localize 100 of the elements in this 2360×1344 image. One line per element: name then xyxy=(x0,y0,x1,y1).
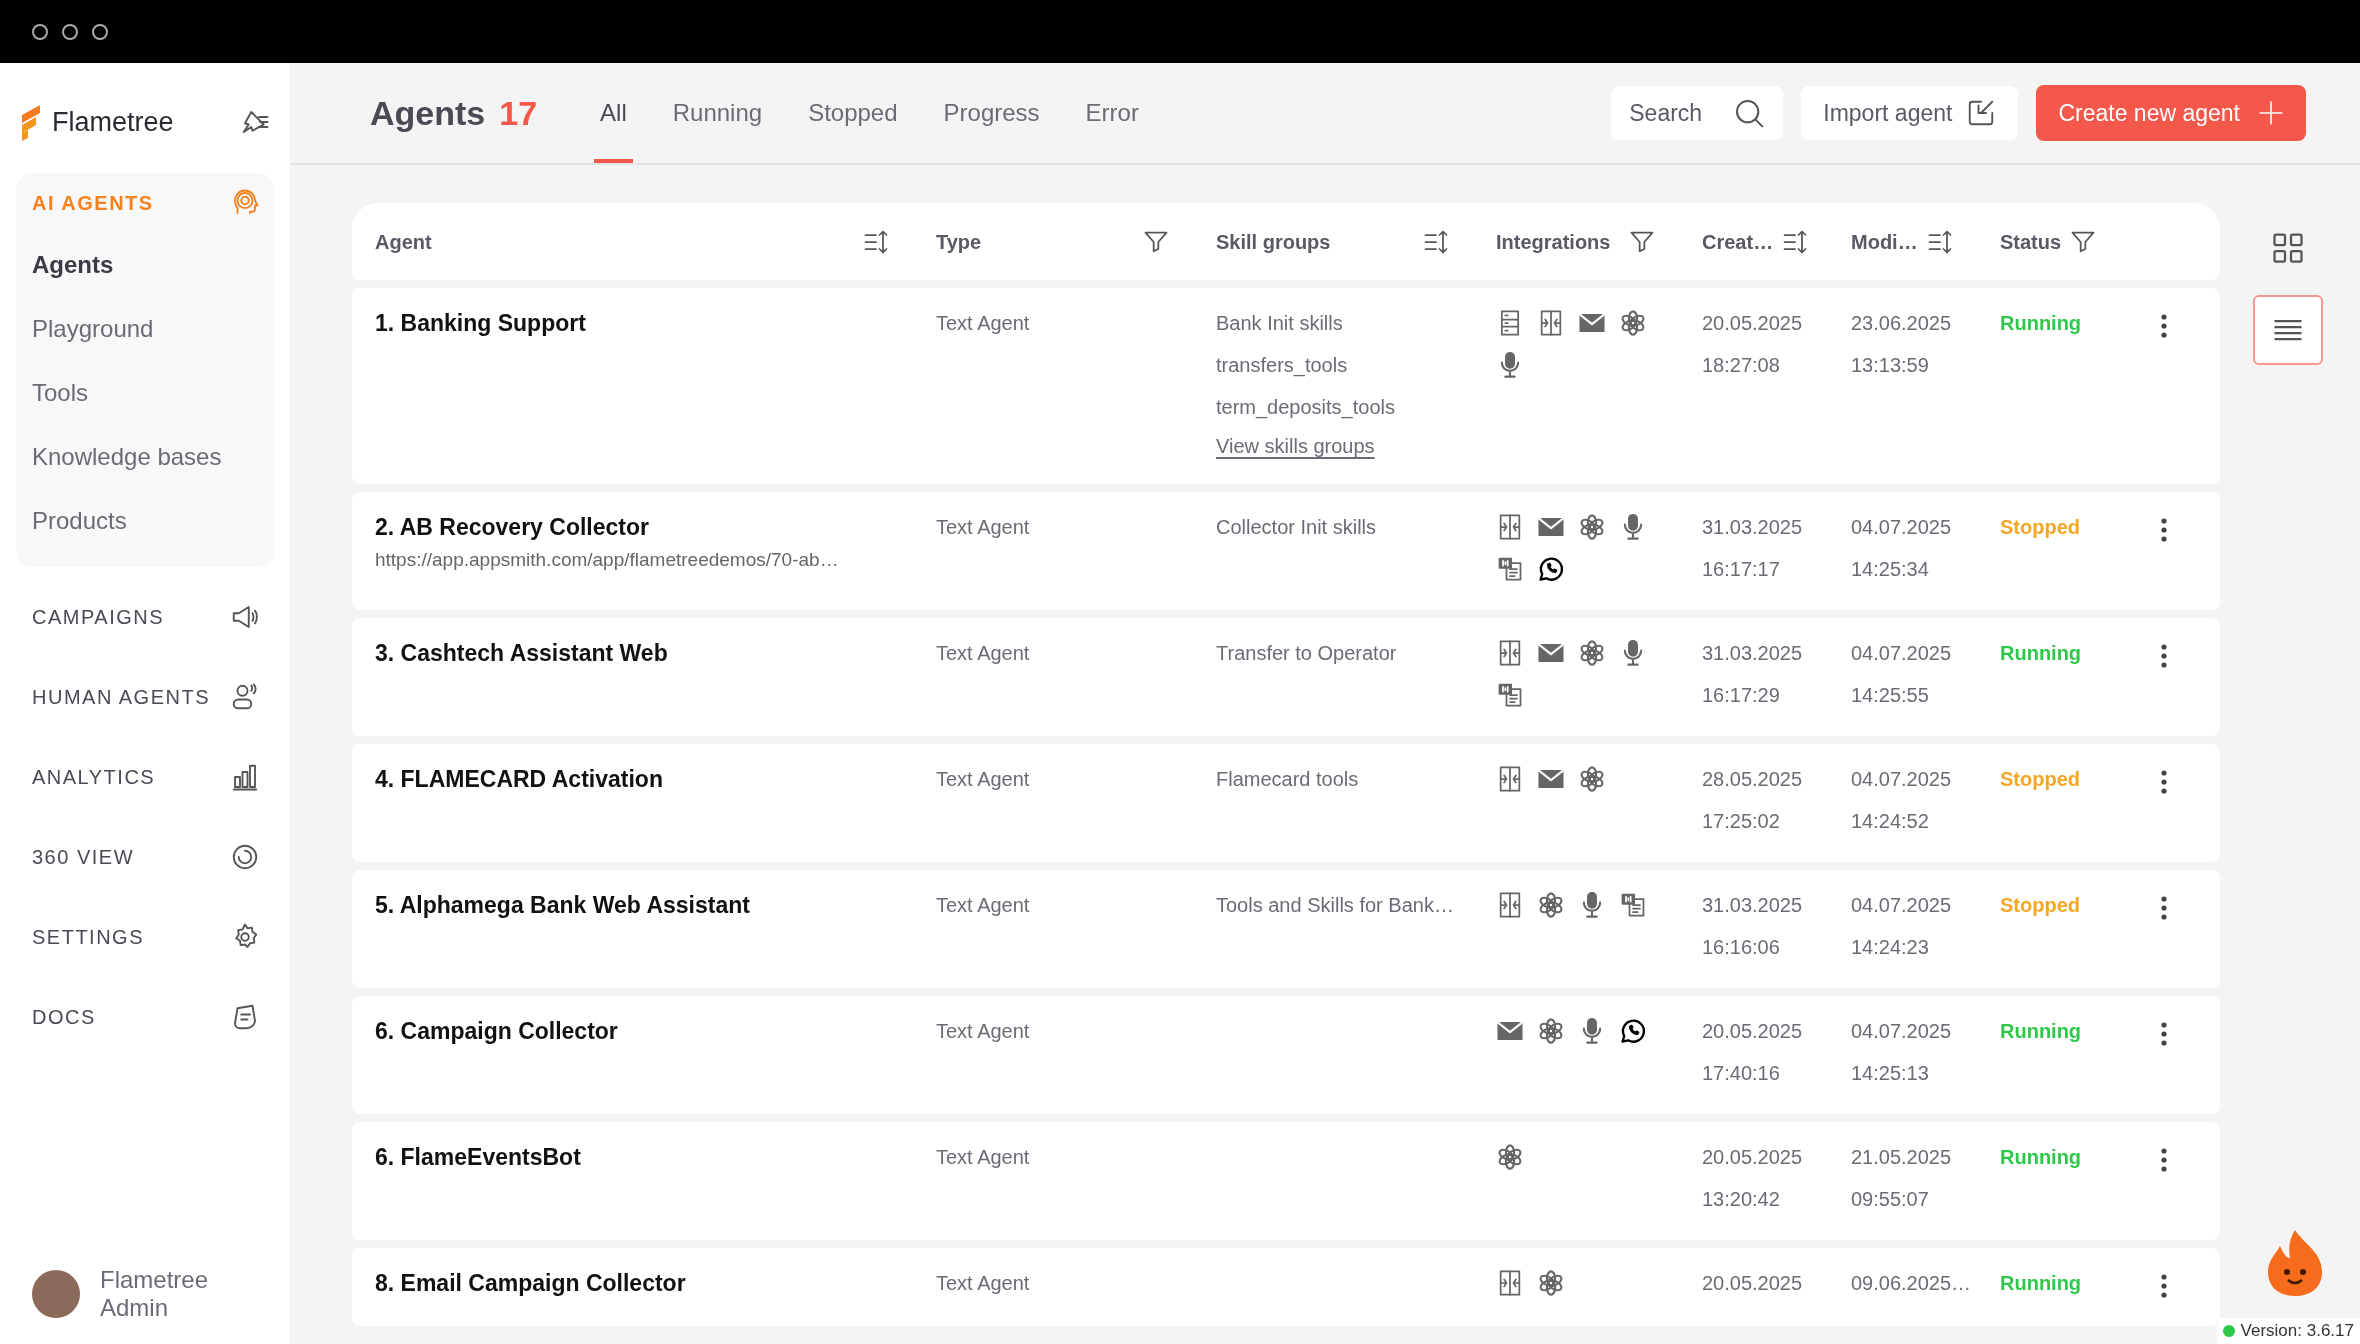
time-text: 16:16:06 xyxy=(1702,935,1781,960)
skills-link[interactable]: View skills groups xyxy=(1216,428,1375,464)
date-text: 04.07.2025 xyxy=(1851,515,1953,540)
skill-group: transfers_tools xyxy=(1216,344,1348,386)
nav-section-label[interactable]: SETTINGS xyxy=(32,922,144,952)
date-text: 31.03.2025 xyxy=(1702,893,1804,918)
tab[interactable]: Stopped xyxy=(802,63,904,163)
nav-item[interactable]: Agents xyxy=(16,233,274,297)
column-header[interactable]: Modi… xyxy=(1851,226,1918,257)
agent-url: https://app.appsmith.com/app/flametreedemos/70-ab… xyxy=(375,548,840,572)
table-row[interactable]: 3. Cashtech Assistant Web Text Agent Transfer to Operator 31.03.2025 16:17:29 04.07.2025 14:25:55 Running xyxy=(352,618,2220,736)
agent-name: 3. Cashtech Assistant Web xyxy=(375,639,669,668)
status-text: Running xyxy=(2000,1272,2082,1294)
nav-section-label[interactable]: ANALYTICS xyxy=(32,762,156,792)
date-text: 28.05.2025 xyxy=(1702,767,1804,792)
import-agent-button[interactable]: Import agent xyxy=(1801,86,2019,140)
grid-view-icon xyxy=(2270,230,2306,266)
tab[interactable]: Running xyxy=(666,63,769,163)
agent-name: 6. FlameEventsBot xyxy=(375,1143,582,1172)
date-text: 04.07.2025 xyxy=(1851,1019,1953,1044)
ring-icon xyxy=(230,842,260,872)
swirl-icon xyxy=(1578,765,1606,793)
agent-type: Text Agent xyxy=(936,1146,1030,1168)
agent-type: Text Agent xyxy=(936,516,1030,538)
column-header[interactable]: Status xyxy=(2000,226,2062,257)
agent-count: 17 xyxy=(499,92,538,134)
more-options-icon[interactable] xyxy=(2160,1021,2168,1047)
agent-type: Text Agent xyxy=(936,768,1030,790)
bar-chart-icon xyxy=(230,762,260,792)
nav-section-label[interactable]: DOCS xyxy=(32,1002,96,1032)
more-options-icon[interactable] xyxy=(2160,643,2168,669)
nav-item[interactable]: Knowledge bases xyxy=(16,425,274,489)
nav-section-label[interactable]: HUMAN AGENTS xyxy=(32,682,211,712)
nav-section-label[interactable]: CAMPAIGNS xyxy=(32,602,165,632)
nav-section-label[interactable]: 360 VIEW xyxy=(32,842,135,872)
tab[interactable]: Error xyxy=(1079,63,1145,163)
window-control-icon[interactable] xyxy=(92,23,108,40)
time-text: 14:24:52 xyxy=(1851,809,1930,834)
more-options-icon[interactable] xyxy=(2160,313,2168,339)
search-icon xyxy=(1733,97,1766,129)
agent-type: Text Agent xyxy=(936,894,1030,916)
flame-logo-icon xyxy=(20,103,42,141)
skill-group: Flamecard tools xyxy=(1216,758,1359,800)
agent-name: 1. Banking Support xyxy=(375,309,587,338)
window-control-icon[interactable] xyxy=(62,23,78,40)
table-row[interactable]: 8. Email Campaign Collector Text Agent 20.05.2025 09.06.2025… Running xyxy=(352,1248,2220,1326)
more-options-icon[interactable] xyxy=(2160,769,2168,795)
date-text: 21.05.2025 xyxy=(1851,1145,1953,1170)
avatar xyxy=(32,1270,80,1318)
time-text: 17:40:16 xyxy=(1702,1061,1781,1086)
chat-bubble-icon xyxy=(1619,1017,1647,1045)
nav-item[interactable]: Products xyxy=(16,489,274,553)
table-row[interactable]: 2. AB Recovery Collector https://app.appsmith.com/app/flametreedemos/70-ab… Text Agent Collector Init skills 31.03.2025 16:17:17 04.07.2025 14:25:34 Stopped xyxy=(352,492,2220,610)
more-options-icon[interactable] xyxy=(2160,1273,2168,1299)
transcript-icon xyxy=(1496,681,1524,709)
column-header[interactable]: Skill groups xyxy=(1216,226,1331,257)
status-text: Stopped xyxy=(2000,768,2080,790)
table-row[interactable]: 1. Banking Support Text Agent Bank Init skills transfers_tools term_deposits_tools View skills groups 20.05.2025 18:27:08 23.06.2025 13:13:59 Running xyxy=(352,288,2220,484)
window-control-icon[interactable] xyxy=(32,23,48,40)
time-text: 18:27:08 xyxy=(1702,353,1781,378)
nav-item[interactable]: Playground xyxy=(16,297,274,361)
nav-item[interactable]: Tools xyxy=(16,361,274,425)
more-options-icon[interactable] xyxy=(2160,1147,2168,1173)
transcript-icon xyxy=(1496,555,1524,583)
column-header[interactable]: Integrations xyxy=(1496,226,1611,257)
time-text: 13:20:42 xyxy=(1702,1187,1781,1212)
column-header[interactable]: Type xyxy=(936,226,982,257)
time-text: 14:25:13 xyxy=(1851,1061,1930,1086)
search-field[interactable]: Search xyxy=(1611,86,1784,140)
column-header[interactable]: Creat… xyxy=(1702,226,1774,257)
column-header[interactable]: Agent xyxy=(375,226,432,257)
date-text: 31.03.2025 xyxy=(1702,515,1804,540)
status-text: Stopped xyxy=(2000,894,2080,916)
status-text: Running xyxy=(2000,1146,2082,1168)
time-text: 17:25:02 xyxy=(1702,809,1781,834)
table-row[interactable]: 4. FLAMECARD Activation Text Agent Flamecard tools 28.05.2025 17:25:02 04.07.2025 14:24:52 Stopped xyxy=(352,744,2220,862)
tab[interactable]: All xyxy=(594,63,633,163)
table-row[interactable]: 6. FlameEventsBot Text Agent 20.05.2025 13:20:42 21.05.2025 09:55:07 Running xyxy=(352,1122,2220,1240)
tab[interactable]: Progress xyxy=(937,63,1046,163)
page-title: Agents xyxy=(370,92,486,134)
agent-type: Text Agent xyxy=(936,1020,1030,1042)
swirl-icon xyxy=(1537,1017,1565,1045)
more-options-icon[interactable] xyxy=(2160,517,2168,543)
skill-group: Transfer to Operator xyxy=(1216,632,1397,674)
swirl-icon xyxy=(1537,1269,1565,1297)
status-text: Running xyxy=(2000,642,2082,664)
time-text: 09:55:07 xyxy=(1851,1187,1930,1212)
date-text: 20.05.2025 xyxy=(1702,311,1804,336)
list-view-button[interactable] xyxy=(2253,295,2323,365)
time-text: 16:17:17 xyxy=(1702,557,1781,582)
skill-group: term_deposits_tools xyxy=(1216,386,1395,428)
date-text: 09.06.2025… xyxy=(1851,1271,1973,1296)
table-row[interactable]: 5. Alphamega Bank Web Assistant Text Agent Tools and Skills for Bank… 31.03.2025 16:16:06 04.07.2025 14:24:23 Stopped xyxy=(352,870,2220,988)
agent-name: 5. Alphamega Bank Web Assistant xyxy=(375,891,751,920)
transcript-icon xyxy=(1619,891,1647,919)
more-options-icon[interactable] xyxy=(2160,895,2168,921)
table-row[interactable]: 6. Campaign Collector Text Agent 20.05.2025 17:40:16 04.07.2025 14:25:13 Running xyxy=(352,996,2220,1114)
skill-group: Bank Init skills xyxy=(1216,302,1343,344)
version-label: Version: 3.6.17 xyxy=(2240,1320,2354,1343)
agent-type: Text Agent xyxy=(936,1272,1030,1294)
